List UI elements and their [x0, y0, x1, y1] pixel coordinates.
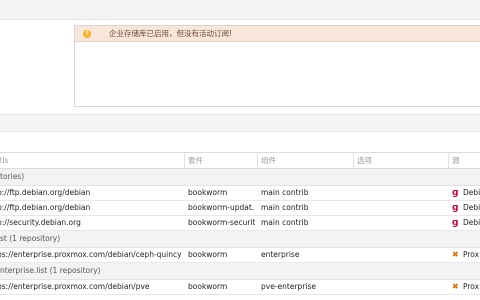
- repositories-grid: RIs 套件 组件 选项 源 tories)p://ftp.debian.org…: [0, 152, 480, 295]
- origin-cell: ɡ Debi: [449, 186, 480, 200]
- suite-cell: bookworm-security: [188, 218, 255, 227]
- repository-group-header[interactable]: nterprise.list (1 repository): [0, 263, 480, 280]
- column-header-uris[interactable]: RIs: [0, 153, 185, 168]
- components-cell: main contrib: [261, 218, 309, 227]
- toolbar-strip: [0, 114, 480, 132]
- origin-cell: ɡ Debi: [449, 216, 480, 230]
- options-cell: [354, 201, 448, 215]
- top-toolbar: [0, 0, 480, 20]
- components-cell: pve-enterprise: [261, 282, 316, 291]
- suite-cell: bookworm: [188, 250, 228, 259]
- debian-icon: ɡ: [452, 188, 459, 198]
- alert-text: 企业存储库已启用，但没有活动订阅!: [109, 29, 233, 38]
- grid-header: RIs 套件 组件 选项 源: [0, 152, 480, 169]
- origin-cell: ɡ Debi: [449, 201, 480, 215]
- origin-label: Debi: [463, 188, 480, 197]
- suite-cell: bookworm-updat...: [188, 203, 255, 212]
- column-header-origin[interactable]: 源: [449, 153, 480, 168]
- options-cell: [354, 186, 448, 200]
- grid-body: tories) p://ftp.debian.org/debian bookworm…: [0, 169, 480, 295]
- table-row[interactable]: ps://enterprise.proxmox.com/debian/pve bo…: [0, 280, 480, 295]
- repository-group-header[interactable]: tories): [0, 169, 480, 186]
- options-cell: [354, 280, 448, 294]
- origin-label: Debi: [463, 203, 480, 212]
- components-cell: main contrib: [261, 203, 309, 212]
- proxmox-icon: ✖: [452, 282, 459, 291]
- proxmox-icon: ✖: [452, 250, 459, 259]
- column-header-suites[interactable]: 套件: [185, 153, 258, 168]
- origin-cell: ✖ Prox: [449, 248, 480, 262]
- debian-icon: ɡ: [452, 203, 459, 213]
- components-cell: enterprise: [261, 250, 300, 259]
- warning-icon: !: [83, 29, 91, 38]
- uri-cell: p://ftp.debian.org/debian: [0, 188, 91, 197]
- components-cell: main contrib: [261, 188, 309, 197]
- column-header-options[interactable]: 选项: [354, 153, 449, 168]
- suite-cell: bookworm: [188, 282, 228, 291]
- table-row[interactable]: ps://enterprise.proxmox.com/debian/ceph-…: [0, 248, 480, 263]
- table-row[interactable]: p://ftp.debian.org/debian bookworm main co…: [0, 186, 480, 201]
- repository-group-header[interactable]: st (1 repository): [0, 231, 480, 248]
- subscription-alert: ! 企业存储库已启用，但没有活动订阅!: [75, 26, 480, 42]
- suite-cell: bookworm: [188, 188, 228, 197]
- table-row[interactable]: p://security.debian.org bookworm-security…: [0, 216, 480, 231]
- options-cell: [354, 248, 448, 262]
- uri-cell: ps://enterprise.proxmox.com/debian/pve: [0, 282, 150, 291]
- origin-label: Prox: [463, 282, 480, 291]
- uri-cell: p://security.debian.org: [0, 218, 81, 227]
- table-row[interactable]: p://ftp.debian.org/debian bookworm-updat.…: [0, 201, 480, 216]
- origin-cell: ✖ Prox: [449, 280, 480, 294]
- debian-icon: ɡ: [452, 218, 459, 228]
- column-header-components[interactable]: 组件: [258, 153, 354, 168]
- origin-label: Prox: [463, 250, 480, 259]
- uri-cell: ps://enterprise.proxmox.com/debian/ceph-…: [0, 250, 182, 259]
- status-panel: ! 企业存储库已启用，但没有活动订阅!: [74, 25, 480, 107]
- options-cell: [354, 216, 448, 230]
- origin-label: Debi: [463, 218, 480, 227]
- uri-cell: p://ftp.debian.org/debian: [0, 203, 91, 212]
